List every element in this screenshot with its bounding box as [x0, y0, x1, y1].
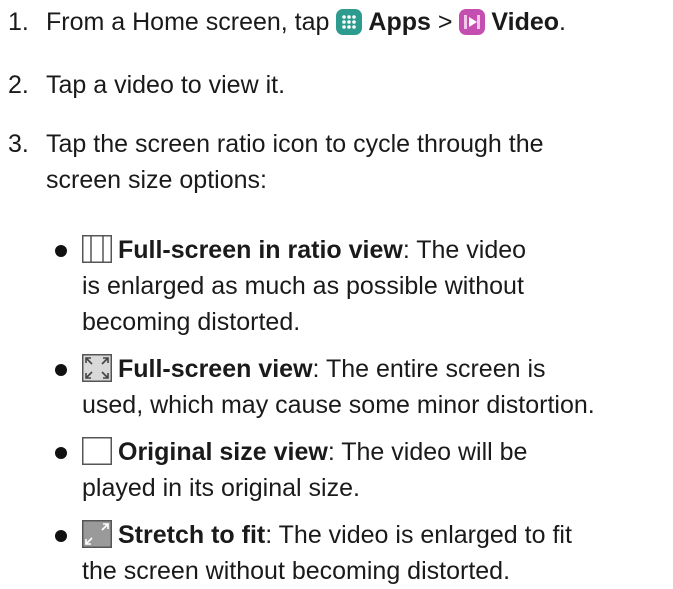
- stretch-to-fit-icon: [82, 520, 112, 548]
- original-size-icon: [82, 437, 112, 465]
- full-screen-icon: [82, 354, 112, 382]
- step-text: From a Home screen, tap Apps > Video.: [46, 4, 566, 40]
- text-line: Stretch to fit: The video is enlarged to…: [82, 517, 572, 553]
- option-full-screen-ratio: Full-screen in ratio view: The video is …: [82, 232, 526, 340]
- text-line: is enlarged as much as possible without: [82, 272, 524, 300]
- option-desc: : The video will be: [327, 438, 528, 466]
- apps-icon: [336, 9, 363, 35]
- option-title: Full-screen in ratio view: [118, 236, 403, 264]
- option-original-size: Original size view: The video will be pl…: [82, 434, 527, 506]
- text-line: Full-screen in ratio view: The video: [82, 232, 526, 268]
- bullet: [55, 447, 67, 459]
- option-desc: : The entire screen is: [312, 355, 546, 383]
- document: 1. From a Home screen, tap Apps > Video.…: [0, 0, 673, 588]
- video-label: Video: [491, 8, 560, 36]
- step-2-text: Tap a video to view it.: [46, 71, 286, 99]
- bullet: [55, 245, 67, 257]
- step-number: 3.: [8, 130, 29, 158]
- option-title: Original size view: [118, 438, 328, 466]
- option-desc: : The video is enlarged to fit: [265, 521, 572, 549]
- text-line: Tap the screen ratio icon to cycle throu…: [46, 130, 544, 158]
- bullet: [55, 364, 67, 376]
- step-3-text: Tap the screen ratio icon to cycle throu…: [46, 126, 544, 198]
- text-line: used, which may cause some minor distort…: [82, 391, 595, 419]
- option-desc: : The video: [402, 236, 527, 264]
- step-1-end: .: [559, 8, 566, 36]
- option-title: Stretch to fit: [118, 521, 266, 549]
- text-line: Full-screen view: The entire screen is: [82, 351, 595, 387]
- option-title: Full-screen view: [118, 355, 313, 383]
- text-line: screen size options:: [46, 166, 267, 194]
- step-number: 2.: [8, 71, 29, 99]
- option-stretch-to-fit: Stretch to fit: The video is enlarged to…: [82, 517, 572, 589]
- text-line: Original size view: The video will be: [82, 434, 527, 470]
- ratio-view-icon: [82, 235, 112, 263]
- apps-label: Apps: [368, 8, 431, 36]
- option-full-screen: Full-screen view: The entire screen is u…: [82, 351, 595, 423]
- text-line: becoming distorted.: [82, 308, 301, 336]
- text-line: played in its original size.: [82, 474, 360, 502]
- separator: >: [437, 8, 453, 36]
- bullet: [55, 530, 67, 542]
- video-icon: [459, 9, 486, 35]
- text-line: the screen without becoming distorted.: [82, 557, 511, 585]
- step-number: 1.: [8, 8, 29, 36]
- step-1-text: From a Home screen, tap: [46, 8, 330, 36]
